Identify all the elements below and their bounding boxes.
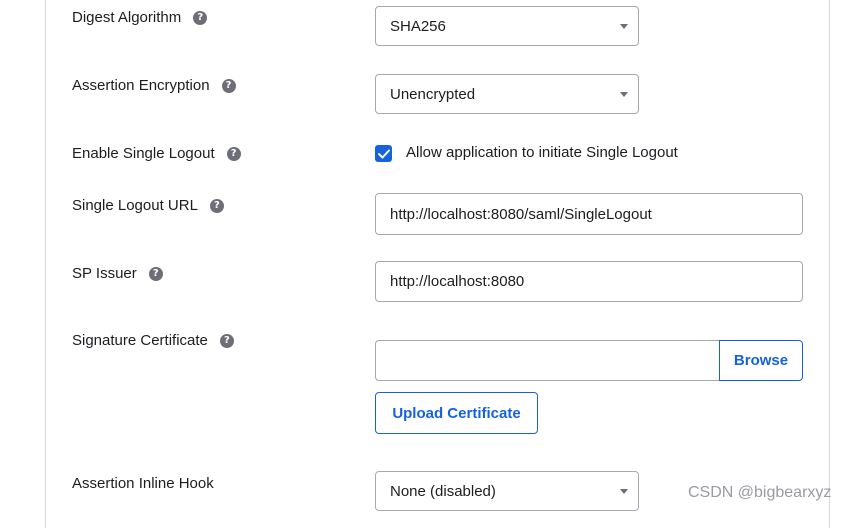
help-icon[interactable]: ?: [226, 146, 241, 161]
enable-single-logout-label-row: Enable Single Logout ?: [72, 145, 241, 162]
assertion-inline-hook-label: Assertion Inline Hook: [72, 475, 214, 492]
chevron-down-icon: [620, 24, 628, 29]
signature-certificate-label-row: Signature Certificate ?: [72, 332, 234, 349]
digest-algorithm-label: Digest Algorithm: [72, 9, 182, 26]
help-icon[interactable]: ?: [148, 266, 163, 281]
assertion-encryption-value: Unencrypted: [390, 85, 476, 103]
single-logout-url-label-row: Single Logout URL ?: [72, 197, 224, 214]
sp-issuer-label-row: SP Issuer ?: [72, 265, 163, 282]
certificate-file-input[interactable]: [375, 340, 720, 381]
help-icon[interactable]: ?: [209, 198, 224, 213]
checkmark-icon: [377, 149, 390, 158]
single-logout-url-input[interactable]: http://localhost:8080/saml/SingleLogout: [375, 193, 803, 235]
sp-issuer-input[interactable]: http://localhost:8080: [375, 261, 803, 302]
single-logout-checkbox[interactable]: [375, 145, 392, 162]
assertion-inline-hook-label-row: Assertion Inline Hook: [72, 475, 214, 492]
assertion-encryption-select[interactable]: Unencrypted: [375, 74, 639, 114]
single-logout-url-value: http://localhost:8080/saml/SingleLogout: [390, 205, 652, 223]
chevron-down-icon: [620, 92, 628, 97]
assertion-inline-hook-value: None (disabled): [390, 482, 496, 500]
signature-certificate-label: Signature Certificate: [72, 332, 208, 349]
help-icon[interactable]: ?: [221, 78, 236, 93]
digest-algorithm-select[interactable]: SHA256: [375, 6, 639, 46]
enable-single-logout-label: Enable Single Logout: [72, 145, 215, 162]
digest-algorithm-value: SHA256: [390, 17, 446, 35]
chevron-down-icon: [620, 489, 628, 494]
watermark: CSDN @bigbearxyz: [688, 484, 832, 501]
assertion-encryption-label: Assertion Encryption: [72, 77, 210, 94]
sp-issuer-label: SP Issuer: [72, 265, 137, 282]
digest-algorithm-label-row: Digest Algorithm ?: [72, 9, 208, 26]
sp-issuer-value: http://localhost:8080: [390, 273, 525, 290]
assertion-inline-hook-select[interactable]: None (disabled): [375, 471, 639, 511]
assertion-encryption-label-row: Assertion Encryption ?: [72, 77, 236, 94]
help-icon[interactable]: ?: [219, 333, 234, 348]
single-logout-url-label: Single Logout URL: [72, 197, 198, 214]
upload-certificate-button[interactable]: Upload Certificate: [375, 392, 538, 434]
browse-button[interactable]: Browse: [719, 340, 803, 381]
help-icon[interactable]: ?: [193, 10, 208, 25]
single-logout-checkbox-label[interactable]: Allow application to initiate Single Log…: [406, 144, 678, 161]
